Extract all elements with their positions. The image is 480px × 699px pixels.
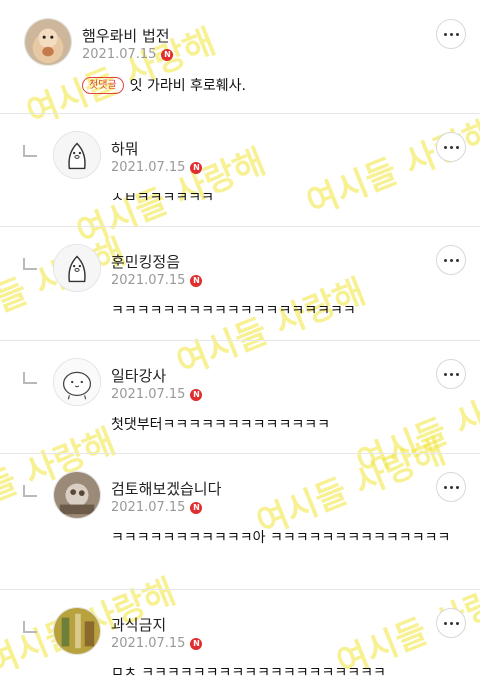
more-options-button[interactable] xyxy=(436,19,466,49)
new-badge-icon: N xyxy=(190,388,203,401)
watermark: 여시들 사랑해 xyxy=(0,421,122,534)
comment-date: 2021.07.15 xyxy=(111,500,186,515)
comment-text: 첫댓글 잇 가라비 후로훼사. xyxy=(82,75,246,97)
blob-character-avatar-icon xyxy=(54,359,100,405)
more-dots-icon xyxy=(443,485,447,489)
comment-date: 2021.07.15 xyxy=(111,160,186,175)
more-dots-icon xyxy=(443,32,447,36)
more-options-button[interactable] xyxy=(436,608,466,638)
comment-text: ㅁㅊ ㅋㅋㅋㅋㅋㅋㅋㅋㅋㅋㅋㅋㅋㅋㅋㅋㅋㅋㅋ xyxy=(111,665,386,681)
more-dots-icon xyxy=(443,258,447,262)
comment-body: 잇 가라비 후로훼사. xyxy=(129,78,246,94)
avatar[interactable] xyxy=(53,471,101,519)
comment-author[interactable]: 훈민킹정음 xyxy=(111,251,180,272)
comment-meta: 2021.07.15 N xyxy=(111,387,203,402)
photo-avatar-icon xyxy=(54,472,100,518)
more-options-button[interactable] xyxy=(436,472,466,502)
comment-meta: 2021.07.15 N xyxy=(111,500,203,515)
avatar[interactable] xyxy=(53,358,101,406)
comment-text: ㅋㅋㅋㅋㅋㅋㅋㅋㅋㅋㅋㅋㅋㅋㅋㅋㅋㅋㅋ xyxy=(111,303,356,319)
divider xyxy=(0,226,480,227)
comment-author[interactable]: 검토해보겠습니다 xyxy=(111,478,221,499)
more-dots-icon xyxy=(443,621,447,625)
watermark: 여시들 사랑해 xyxy=(301,112,480,224)
comment-text: 첫댓부터ㅋㅋㅋㅋㅋㅋㅋㅋㅋㅋㅋㅋㅋ xyxy=(111,417,330,433)
comment-date: 2021.07.15 xyxy=(111,273,186,288)
comment-meta: 2021.07.15 N xyxy=(111,273,203,288)
new-badge-icon: N xyxy=(190,274,203,287)
more-options-button[interactable] xyxy=(436,359,466,389)
comment-date: 2021.07.15 xyxy=(111,387,186,402)
comment-meta: 2021.07.15 N xyxy=(111,160,203,175)
more-dots-icon xyxy=(443,145,447,149)
new-badge-icon: N xyxy=(161,48,174,61)
reply-arrow-icon xyxy=(23,485,37,497)
comment-author[interactable]: 햄우롸비 법전 xyxy=(82,25,170,46)
comment-meta: 2021.07.15 N xyxy=(82,47,174,62)
new-badge-icon: N xyxy=(190,637,203,650)
default-penguin-avatar-icon xyxy=(54,245,100,291)
avatar[interactable] xyxy=(53,131,101,179)
divider xyxy=(0,113,480,114)
comment-text: ㅋㅋㅋㅋㅋㅋㅋㅋㅋㅋㅋ아 ㅋㅋㅋㅋㅋㅋㅋㅋㅋㅋㅋㅋㅋㅋ xyxy=(111,530,451,546)
avatar[interactable] xyxy=(24,18,72,66)
reply-arrow-icon xyxy=(23,621,37,633)
reply-arrow-icon xyxy=(23,372,37,384)
more-options-button[interactable] xyxy=(436,245,466,275)
comment-meta: 2021.07.15 N xyxy=(111,636,203,651)
avatar[interactable] xyxy=(53,244,101,292)
photo-avatar-icon xyxy=(54,608,100,654)
first-comment-badge: 첫댓글 xyxy=(82,77,124,94)
comment-date: 2021.07.15 xyxy=(111,636,186,651)
reply-arrow-icon xyxy=(23,145,37,157)
new-badge-icon: N xyxy=(190,501,203,514)
divider xyxy=(0,340,480,341)
comment-date: 2021.07.15 xyxy=(82,47,157,62)
divider xyxy=(0,589,480,590)
avatar[interactable] xyxy=(53,607,101,655)
hamster-avatar-icon xyxy=(25,19,71,65)
comment-author[interactable]: 일타강사 xyxy=(111,365,166,386)
comment-author[interactable]: 하뭐 xyxy=(111,138,139,159)
divider xyxy=(0,453,480,454)
comment-author[interactable]: 과식금지 xyxy=(111,614,166,635)
reply-arrow-icon xyxy=(23,258,37,270)
more-options-button[interactable] xyxy=(436,132,466,162)
default-penguin-avatar-icon xyxy=(54,132,100,178)
more-dots-icon xyxy=(443,372,447,376)
new-badge-icon: N xyxy=(190,161,203,174)
comment-text: ㅅㅂㅋㅋㅋㅋㅋㅋ xyxy=(111,190,215,206)
